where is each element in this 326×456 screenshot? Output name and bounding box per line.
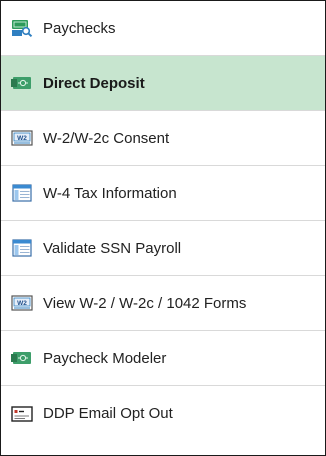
paycheck-search-icon xyxy=(11,19,33,37)
menu-item-direct-deposit[interactable]: Direct Deposit xyxy=(1,56,325,111)
menu-item-label: W-2/W-2c Consent xyxy=(43,129,170,147)
w2-form-icon: W2 xyxy=(11,294,33,312)
menu-item-w2-consent[interactable]: W2 W-2/W-2c Consent xyxy=(1,111,325,166)
svg-text:W2: W2 xyxy=(17,300,27,307)
menu-item-ddp-email-opt-out[interactable]: DDP Email Opt Out xyxy=(1,386,325,441)
menu-item-paychecks[interactable]: Paychecks xyxy=(1,1,325,56)
menu-item-paycheck-modeler[interactable]: Paycheck Modeler xyxy=(1,331,325,386)
menu-item-validate-ssn-payroll[interactable]: Validate SSN Payroll xyxy=(1,221,325,276)
menu-item-view-w2-forms[interactable]: W2 View W-2 / W-2c / 1042 Forms xyxy=(1,276,325,331)
menu-item-label: W-4 Tax Information xyxy=(43,184,177,202)
form-table-icon xyxy=(11,184,33,202)
menu-item-label: Paycheck Modeler xyxy=(43,349,167,367)
menu-item-label: DDP Email Opt Out xyxy=(43,405,173,422)
menu-item-label: View W-2 / W-2c / 1042 Forms xyxy=(43,294,247,312)
svg-text:W2: W2 xyxy=(17,135,27,142)
email-form-icon xyxy=(11,405,33,423)
menu-item-label: Paychecks xyxy=(43,19,116,37)
payroll-menu: Paychecks Direct Deposit W2 W-2/W-2c Con… xyxy=(0,0,326,456)
menu-item-label: Direct Deposit xyxy=(43,74,145,92)
form-table-icon xyxy=(11,239,33,257)
menu-item-label: Validate SSN Payroll xyxy=(43,239,182,257)
w2-form-icon: W2 xyxy=(11,129,33,147)
money-bill-icon xyxy=(11,74,33,92)
money-bill-icon xyxy=(11,349,33,367)
menu-item-w4-tax-information[interactable]: W-4 Tax Information xyxy=(1,166,325,221)
